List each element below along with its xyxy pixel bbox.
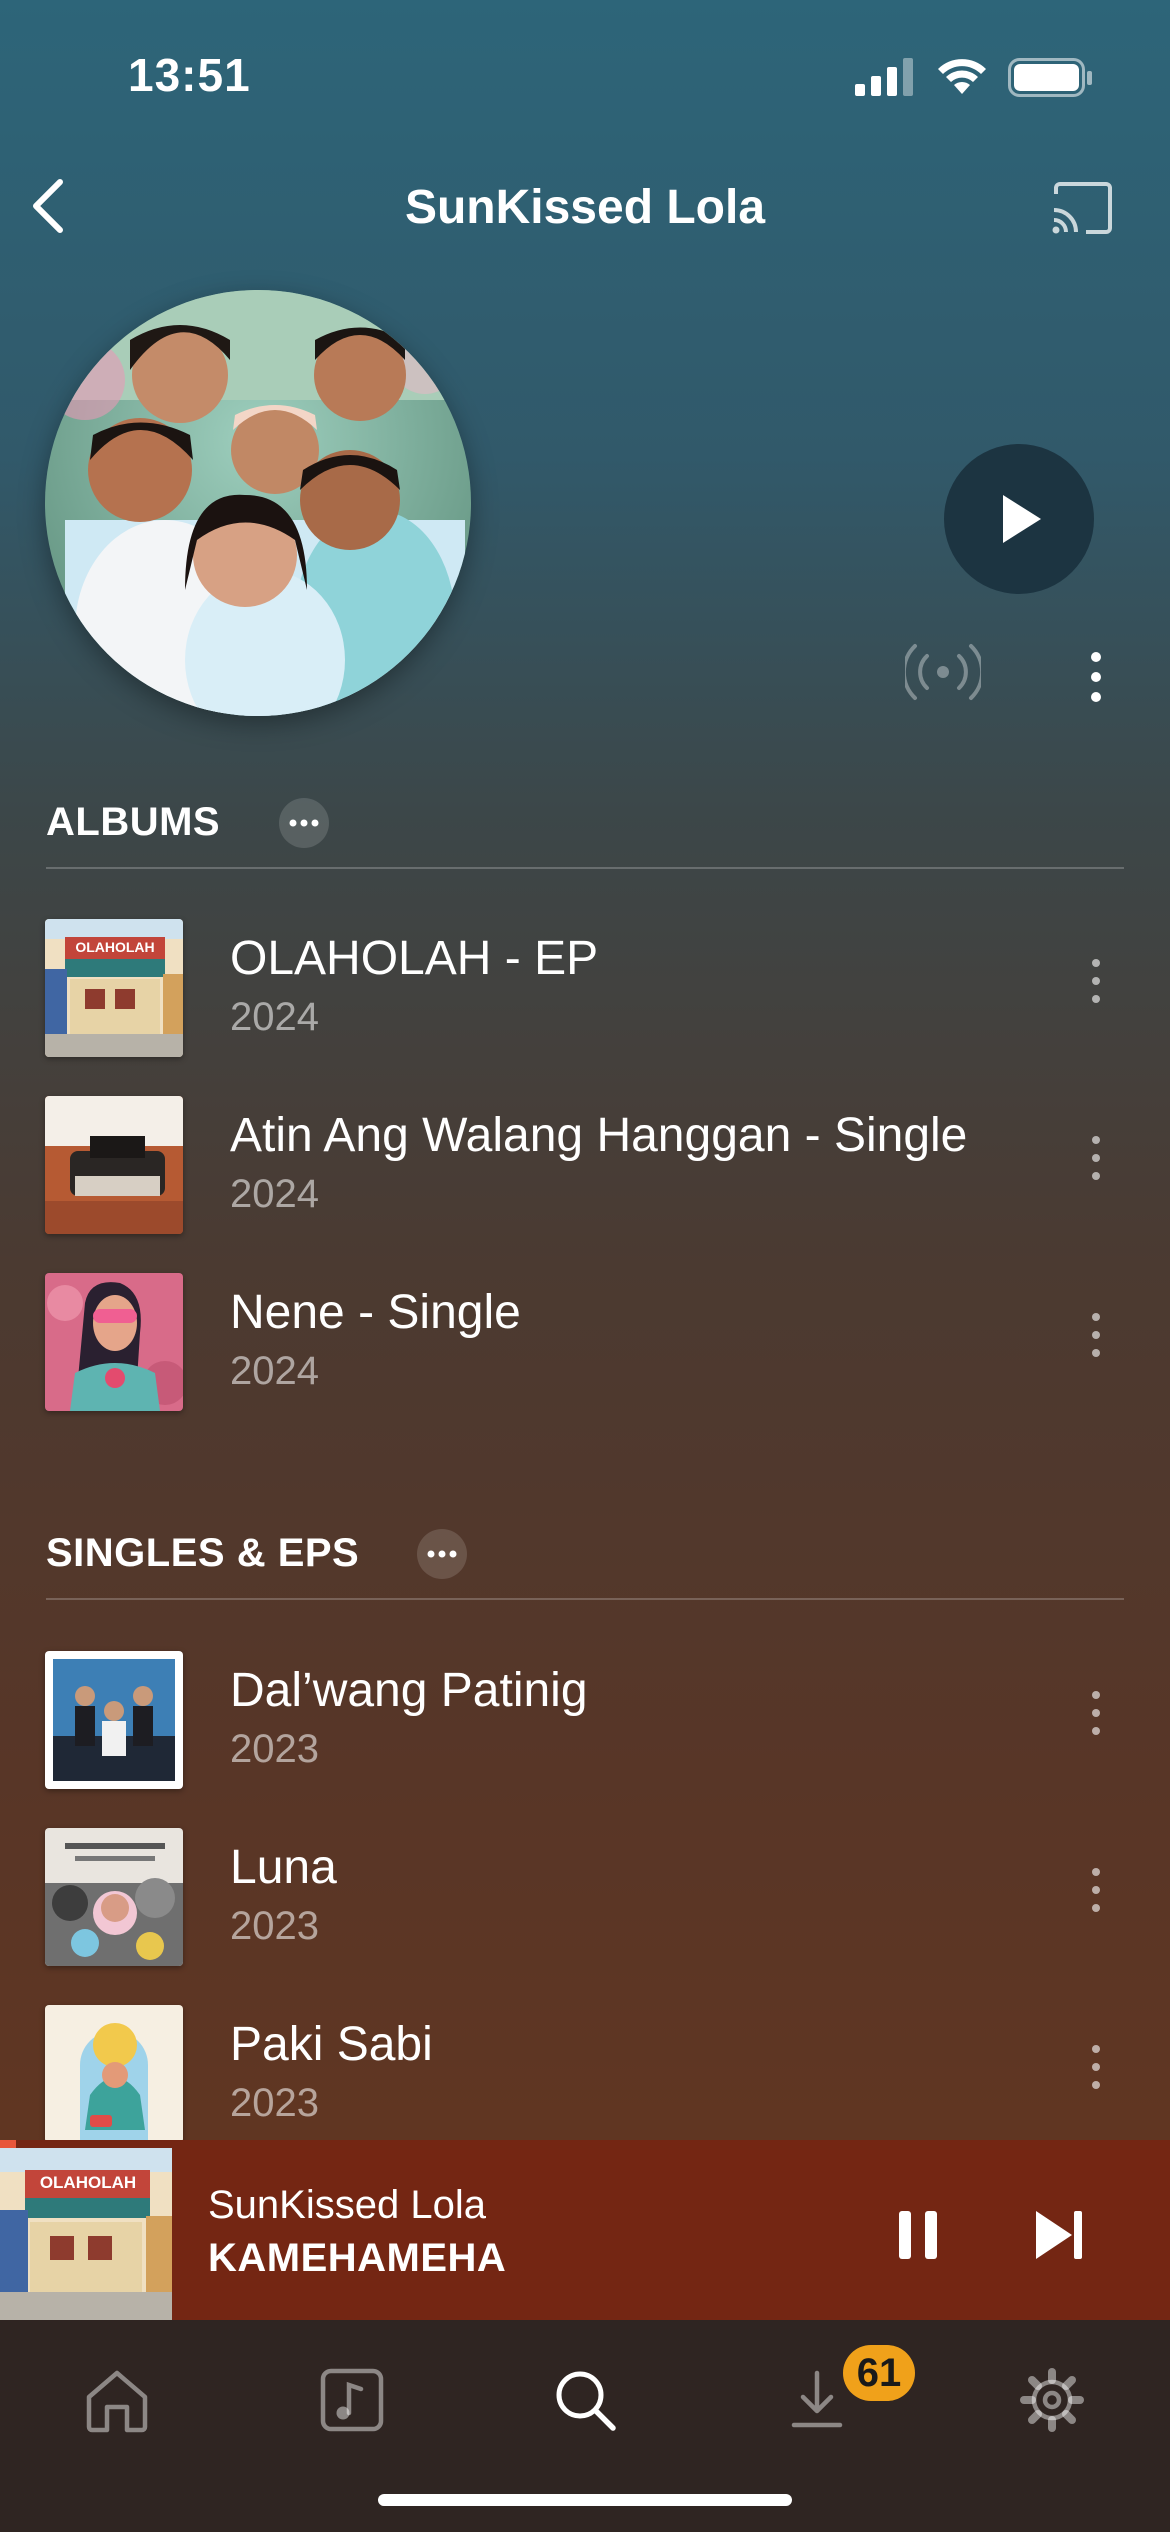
tab-library[interactable] [297, 2360, 407, 2440]
album-year: 2024 [230, 995, 319, 1039]
single-title: Paki Sabi [230, 2018, 433, 2071]
status-time: 13:51 [128, 49, 251, 101]
row-more-button[interactable] [1076, 959, 1116, 1019]
download-icon [791, 2370, 843, 2428]
downloads-badge: 61 [843, 2345, 915, 2401]
pause-icon [899, 2211, 937, 2259]
tab-settings[interactable] [997, 2360, 1107, 2440]
single-row[interactable]: Dal’wang Patinig 2023 [0, 1651, 1170, 1801]
now-playing-title: KAMEHAMEHA [208, 2236, 507, 2280]
playback-progress-bar[interactable] [0, 2140, 1170, 2148]
album-row[interactable]: OLAHOLAH OLAHOLAH - EP 2024 [0, 919, 1170, 1069]
play-button[interactable] [944, 444, 1094, 594]
wifi-icon [935, 56, 989, 101]
single-artwork [45, 2005, 183, 2143]
single-year: 2023 [230, 1727, 319, 1771]
row-more-button[interactable] [1076, 1868, 1116, 1928]
svg-text:OLAHOLAH: OLAHOLAH [75, 939, 154, 955]
cast-button[interactable] [1050, 180, 1114, 236]
row-more-button[interactable] [1076, 1691, 1116, 1751]
single-title: Dal’wang Patinig [230, 1664, 588, 1717]
mini-player[interactable] [0, 2148, 1170, 2320]
page-title: SunKissed Lola [404, 181, 766, 234]
home-indicator [378, 2494, 792, 2506]
cellular-signal-icon [855, 58, 917, 101]
single-row[interactable]: Paki Sabi 2023 [0, 2005, 1170, 2155]
playback-progress-fill [0, 2140, 16, 2148]
search-icon [556, 2371, 616, 2431]
ellipsis-icon [289, 819, 319, 827]
music-note-icon [320, 2368, 384, 2432]
tab-home[interactable] [62, 2360, 172, 2440]
album-artwork [45, 1273, 183, 1411]
single-row[interactable]: Luna 2023 [0, 1828, 1170, 1978]
tab-search[interactable] [530, 2360, 640, 2440]
albums-section-title: ALBUMS [46, 800, 221, 844]
singles-more-button[interactable] [417, 1529, 467, 1579]
home-icon [86, 2370, 148, 2433]
divider [46, 1598, 1124, 1600]
albums-more-button[interactable] [279, 798, 329, 848]
ellipsis-icon [427, 1550, 457, 1558]
album-title: Atin Ang Walang Hanggan - Single [230, 1109, 968, 1162]
album-artwork: OLAHOLAH [45, 919, 183, 1057]
album-title: Nene - Single [230, 1286, 521, 1339]
row-more-button[interactable] [1076, 2045, 1116, 2105]
gear-icon [1020, 2368, 1084, 2432]
battery-icon [1008, 58, 1094, 103]
pause-button[interactable] [895, 2205, 945, 2265]
album-row[interactable]: Nene - Single 2024 [0, 1273, 1170, 1423]
next-track-button[interactable] [1030, 2205, 1090, 2265]
radio-icon [901, 644, 985, 700]
artist-more-button[interactable] [1090, 652, 1102, 712]
radio-station-button[interactable] [901, 642, 985, 702]
play-icon [1003, 495, 1041, 543]
single-year: 2023 [230, 2081, 319, 2125]
singles-section-title: SINGLES & EPS [46, 1531, 360, 1575]
album-title: OLAHOLAH - EP [230, 932, 599, 985]
cast-icon [1052, 182, 1112, 234]
album-year: 2024 [230, 1349, 319, 1393]
album-row[interactable]: Atin Ang Walang Hanggan - Single 2024 [0, 1096, 1170, 1246]
skip-forward-icon [1036, 2211, 1082, 2259]
single-title: Luna [230, 1841, 337, 1894]
svg-text:OLAHOLAH: OLAHOLAH [40, 2173, 136, 2192]
single-artwork [45, 1828, 183, 1966]
row-more-button[interactable] [1076, 1313, 1116, 1373]
divider [46, 867, 1124, 869]
single-year: 2023 [230, 1904, 319, 1948]
album-artwork [45, 1096, 183, 1234]
row-more-button[interactable] [1076, 1136, 1116, 1196]
album-year: 2024 [230, 1172, 319, 1216]
artist-photo [45, 290, 471, 716]
single-artwork [45, 1651, 183, 1789]
now-playing-artist: SunKissed Lola [208, 2183, 486, 2227]
now-playing-artwork[interactable]: OLAHOLAH [0, 2148, 172, 2320]
